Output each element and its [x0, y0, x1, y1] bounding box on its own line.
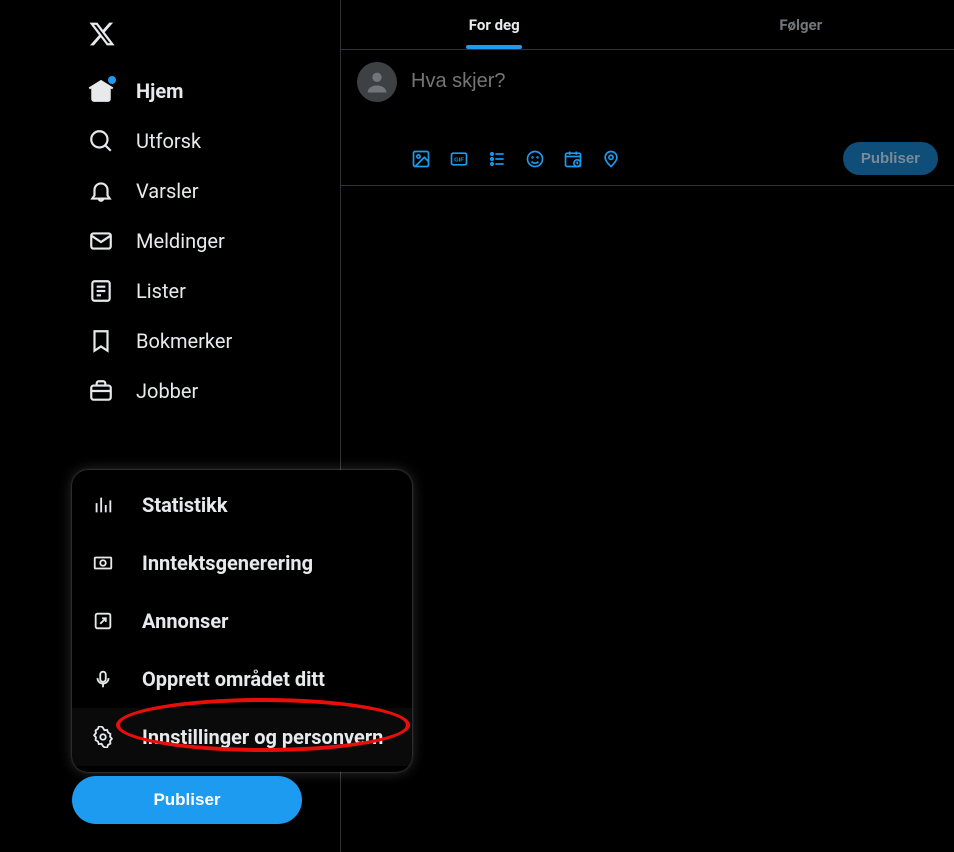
bookmark-icon	[88, 328, 114, 354]
main-column: For deg Følger GIF	[340, 0, 954, 852]
menu-item-settings-privacy[interactable]: Innstillinger og personvern	[72, 708, 412, 766]
nav-label: Varsler	[136, 179, 199, 203]
gif-icon[interactable]: GIF	[449, 149, 469, 169]
menu-item-ads[interactable]: Annonser	[72, 592, 412, 650]
timeline-tabs: For deg Følger	[341, 0, 954, 50]
settings-icon	[90, 724, 116, 750]
primary-nav: Hjem Utforsk Varsler Meldinger	[78, 66, 340, 416]
nav-label: Utforsk	[136, 129, 201, 153]
composer-row	[357, 62, 938, 102]
avatar[interactable]	[357, 62, 397, 102]
sidebar: Hjem Utforsk Varsler Meldinger	[0, 0, 340, 852]
list-icon	[88, 278, 114, 304]
menu-item-label: Inntektsgenerering	[142, 551, 313, 575]
space-icon	[90, 666, 116, 692]
menu-item-label: Opprett området ditt	[142, 667, 325, 691]
compose-publish-button[interactable]: Publiser	[843, 142, 938, 175]
nav-label: Meldinger	[136, 229, 225, 253]
menu-item-label: Annonser	[142, 609, 228, 633]
nav-bookmarks[interactable]: Bokmerker	[78, 316, 340, 366]
composer-actions: GIF Publiser	[357, 142, 938, 175]
bell-icon	[88, 178, 114, 204]
nav-label: Jobber	[136, 379, 198, 403]
more-menu-popup: Statistikk Inntektsgenerering Annonser O…	[72, 470, 412, 772]
tab-following[interactable]: Følger	[648, 0, 954, 49]
app-root: Hjem Utforsk Varsler Meldinger	[0, 0, 954, 852]
menu-item-statistics[interactable]: Statistikk	[72, 476, 412, 534]
nav-notifications[interactable]: Varsler	[78, 166, 340, 216]
nav-explore[interactable]: Utforsk	[78, 116, 340, 166]
tab-label: For deg	[469, 16, 520, 34]
briefcase-icon	[88, 378, 114, 404]
stats-icon	[90, 492, 116, 518]
sidebar-publish-button[interactable]: Publiser	[72, 776, 302, 824]
menu-item-monetization[interactable]: Inntektsgenerering	[72, 534, 412, 592]
nav-messages[interactable]: Meldinger	[78, 216, 340, 266]
x-logo[interactable]	[78, 10, 340, 66]
tab-label: Følger	[779, 16, 822, 34]
monetize-icon	[90, 550, 116, 576]
tab-for-you[interactable]: For deg	[341, 0, 648, 49]
menu-item-label: Statistikk	[142, 493, 228, 517]
nav-jobs[interactable]: Jobber	[78, 366, 340, 416]
home-notification-dot	[108, 76, 116, 84]
mail-icon	[88, 228, 114, 254]
tab-active-underline	[466, 45, 522, 49]
nav-lists[interactable]: Lister	[78, 266, 340, 316]
composer-action-icons: GIF	[411, 149, 621, 169]
home-icon	[88, 78, 114, 104]
emoji-icon[interactable]	[525, 149, 545, 169]
media-icon[interactable]	[411, 149, 431, 169]
svg-text:GIF: GIF	[454, 157, 464, 163]
nav-label: Lister	[136, 279, 186, 303]
menu-item-label: Innstillinger og personvern	[142, 725, 383, 749]
compose-input[interactable]	[411, 62, 938, 93]
nav-home[interactable]: Hjem	[78, 66, 340, 116]
menu-item-create-space[interactable]: Opprett området ditt	[72, 650, 412, 708]
poll-icon[interactable]	[487, 149, 507, 169]
nav-label: Bokmerker	[136, 329, 232, 353]
search-icon	[88, 128, 114, 154]
nav-label: Hjem	[136, 79, 183, 103]
schedule-icon[interactable]	[563, 149, 583, 169]
location-icon[interactable]	[601, 149, 621, 169]
ads-icon	[90, 608, 116, 634]
composer: GIF Publiser	[341, 50, 954, 186]
